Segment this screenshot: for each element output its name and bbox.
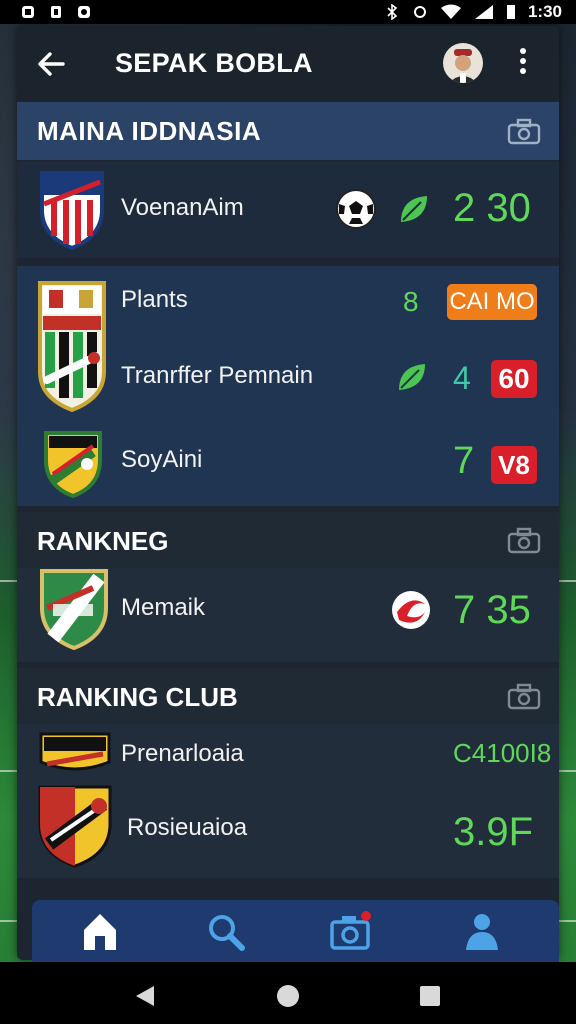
main-panel: SEPAK BOBLA MAINA IDDNASIA VoenanAim 2 3…: [17, 26, 559, 960]
club-row-value: C4100I8: [453, 738, 552, 768]
club-crest-icon: [44, 431, 102, 498]
club-crest-icon: [38, 281, 106, 412]
section-header-main: MAINA IDDNASIA: [17, 102, 559, 160]
section-header-club: RANKING CLUB: [17, 668, 559, 724]
section-title: MAINA IDDNASIA: [37, 116, 262, 146]
back-icon[interactable]: [134, 984, 156, 1008]
home-icon[interactable]: [78, 910, 122, 954]
transfer-row-number: 4: [453, 360, 471, 396]
profile-icon[interactable]: [460, 910, 504, 954]
wifi-icon: [440, 4, 461, 19]
transfer-row-number: 7: [453, 440, 475, 482]
club-row-name[interactable]: Prenarloaia: [121, 740, 244, 768]
status-bar: 1:30: [0, 0, 576, 24]
transfer-row-name[interactable]: SoyAini: [121, 446, 202, 474]
section-header-ranking: RANKNEG: [17, 512, 559, 568]
club-crest-icon: [39, 732, 111, 771]
notification-icon: [22, 6, 34, 18]
camera-icon[interactable]: [328, 910, 372, 954]
bottom-navigation: [32, 900, 559, 964]
ranking-row[interactable]: Memaik 7 35: [17, 568, 559, 662]
home-button-icon[interactable]: [276, 984, 300, 1008]
section-title: RANKING CLUB: [37, 682, 238, 712]
leaf-icon: [399, 364, 425, 390]
ranking-score: 7 35: [453, 588, 531, 632]
status-badge: V8: [491, 446, 537, 484]
camera-icon[interactable]: [507, 526, 541, 554]
sync-icon: [413, 6, 426, 18]
match-score: 2 30: [453, 186, 531, 230]
app-bar: SEPAK BOBLA: [17, 26, 559, 100]
app-icon: [78, 6, 90, 18]
club-crest-icon: [40, 569, 108, 650]
match-row[interactable]: VoenanAim 2 30: [17, 162, 559, 258]
more-options-icon[interactable]: [519, 48, 527, 74]
club-crest-icon: [40, 171, 104, 250]
section-title: RANKNEG: [37, 526, 169, 556]
brand-logo-icon: [392, 591, 430, 629]
football-icon: [336, 189, 376, 229]
club-row-value: 3.9F: [453, 810, 534, 854]
transfer-card: Plants 8 CAI MO Tranrffer Pemnain 4 60 S…: [17, 266, 559, 506]
avatar[interactable]: [443, 43, 483, 83]
camera-icon[interactable]: [507, 117, 541, 145]
transfer-row-name[interactable]: Tranrffer Pemnain: [121, 362, 313, 390]
leaf-icon: [401, 196, 427, 222]
system-navigation-bar: [0, 962, 576, 1024]
club-row-name[interactable]: Rosieuaioa: [127, 814, 247, 842]
app-title: SEPAK BOBLA: [115, 48, 313, 78]
status-badge: 60: [491, 360, 537, 398]
team-name: Memaik: [121, 594, 206, 621]
search-icon[interactable]: [204, 910, 248, 954]
recent-apps-icon[interactable]: [420, 986, 440, 1006]
club-crest-icon: [38, 785, 112, 868]
clock: 1:30: [527, 2, 562, 21]
transfer-row-number: 8: [403, 286, 419, 317]
team-name: VoenanAim: [121, 194, 244, 221]
bluetooth-icon: [387, 4, 398, 20]
camera-icon[interactable]: [507, 682, 541, 710]
game-icon: [51, 6, 61, 18]
club-card: Prenarloaia C4100I8 Rosieuaioa 3.9F: [17, 724, 559, 878]
status-badge: CAI MO: [447, 284, 537, 320]
battery-icon: [506, 5, 515, 19]
back-arrow-icon[interactable]: [37, 50, 65, 78]
transfer-row-name[interactable]: Plants: [121, 286, 188, 314]
signal-icon: [474, 5, 493, 19]
